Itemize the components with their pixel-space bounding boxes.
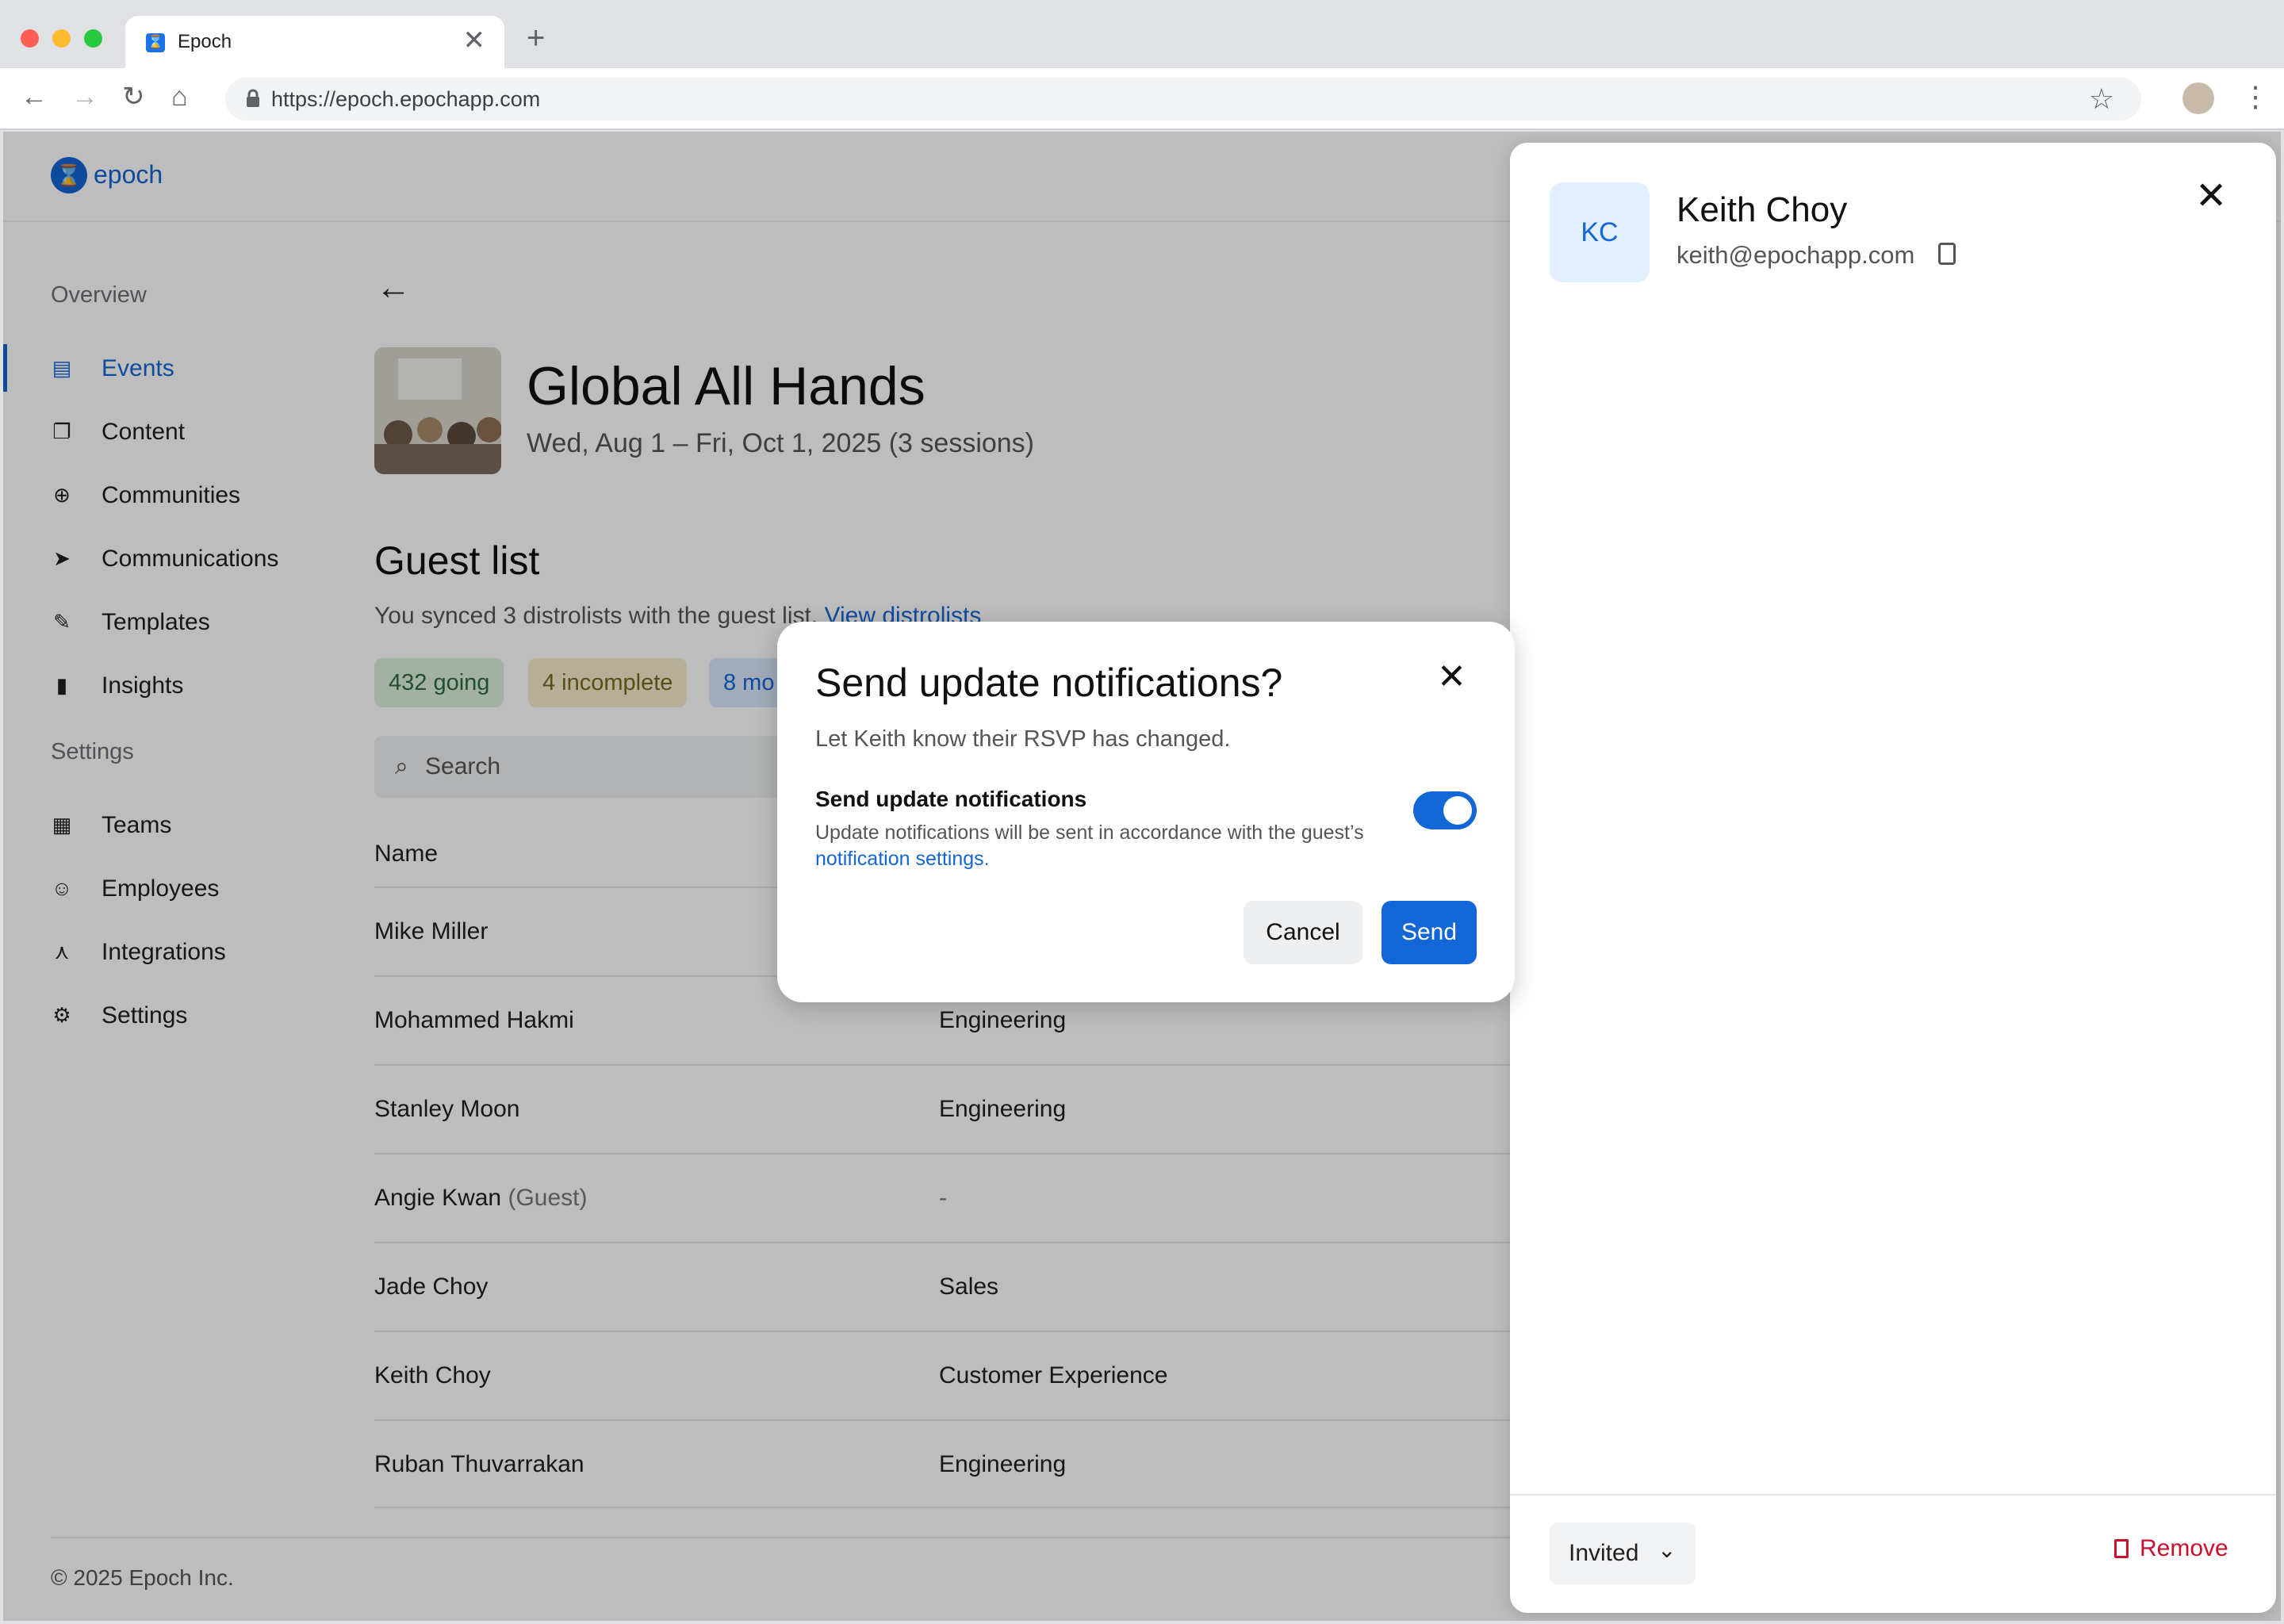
url-text: https://epoch.epochapp.com (271, 87, 541, 111)
guest-name-heading: Keith Choy (1677, 190, 1848, 229)
panel-footer-divider (1510, 1494, 2276, 1496)
browser-tab[interactable]: ⌛ Epoch ✕ (125, 16, 504, 68)
send-button[interactable]: Send (1382, 901, 1477, 964)
notification-settings-link[interactable]: notification settings. (815, 848, 990, 870)
rsvp-status-dropdown[interactable]: Invited ⌄ (1550, 1522, 1696, 1584)
copy-icon[interactable] (1938, 243, 1956, 265)
cancel-button[interactable]: Cancel (1244, 901, 1362, 964)
close-dialog-icon[interactable]: ✕ (1437, 660, 1466, 695)
address-bar[interactable]: https://epoch.epochapp.com ☆ (225, 78, 2141, 121)
lock-icon (247, 89, 259, 107)
chevron-down-icon: ⌄ (1657, 1538, 1677, 1562)
guest-email: keith@epochapp.com (1677, 241, 1915, 269)
send-notifications-dialog: Send update notifications? ✕ Let Keith k… (777, 622, 1515, 1002)
remove-guest-button[interactable]: Remove (2114, 1535, 2228, 1562)
remove-label: Remove (2140, 1535, 2228, 1561)
rsvp-status-value: Invited (1569, 1540, 1639, 1566)
toggle-knob (1443, 796, 1472, 825)
guest-detail-panel: KC Keith Choy keith@epochapp.com ✕ Invit… (1510, 143, 2276, 1613)
browser-toolbar: ← → ↻ ⌂ https://epoch.epochapp.com ☆ ⋮ (0, 68, 2284, 130)
bookmark-star-icon[interactable]: ☆ (2089, 82, 2114, 116)
close-tab-icon[interactable]: ✕ (463, 27, 486, 54)
new-tab-button[interactable]: + (527, 22, 545, 54)
reload-icon[interactable]: ↻ (122, 81, 145, 113)
maximize-window-button[interactable] (84, 29, 102, 48)
profile-avatar[interactable] (2182, 82, 2214, 114)
toggle-help-text: Update notifications will be sent in acc… (815, 822, 1364, 870)
app-window: ⌛ epoch Overview ▤ Events ❐ Content ⊕ Co… (3, 132, 2281, 1621)
minimize-window-button[interactable] (52, 29, 71, 48)
dialog-title: Send update notifications? (815, 661, 1283, 705)
avatar: KC (1550, 182, 1650, 282)
close-panel-icon[interactable]: ✕ (2195, 178, 2227, 216)
toggle-label: Send update notifications (815, 787, 1087, 811)
tab-title: Epoch (178, 31, 232, 52)
send-notifications-toggle[interactable] (1413, 791, 1477, 829)
favicon-icon: ⌛ (146, 33, 165, 52)
close-window-button[interactable] (21, 29, 39, 48)
forward-nav-icon[interactable]: → (71, 81, 98, 113)
tab-strip: ⌛ Epoch ✕ + (0, 0, 2284, 68)
back-nav-icon[interactable]: ← (21, 81, 48, 113)
home-icon[interactable]: ⌂ (171, 81, 188, 113)
browser-chrome: ⌛ Epoch ✕ + ← → ↻ ⌂ https://epoch.epocha… (0, 0, 2284, 130)
dialog-description: Let Keith know their RSVP has changed. (815, 726, 1231, 752)
trash-icon (2114, 1539, 2129, 1558)
browser-menu-icon[interactable]: ⋮ (2241, 81, 2270, 113)
